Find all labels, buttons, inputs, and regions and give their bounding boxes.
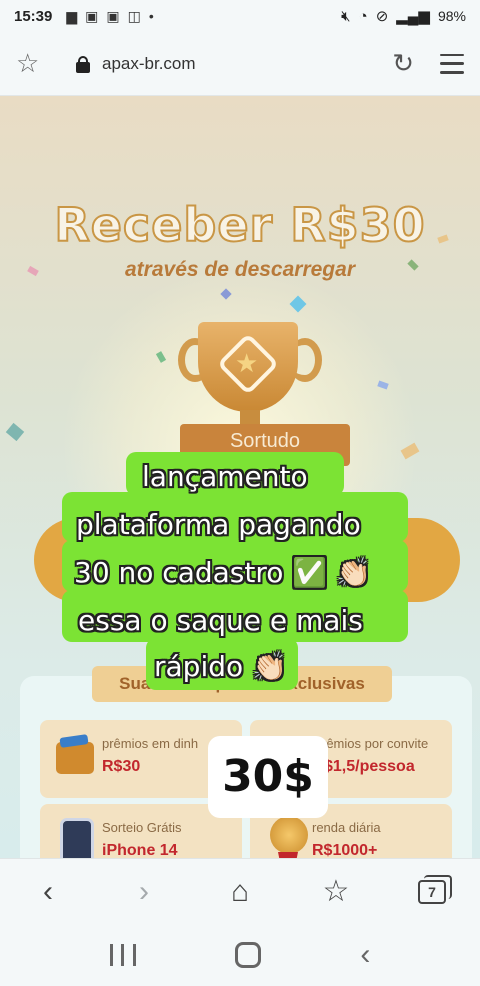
address-bar: ☆ apax-br.com ↻ xyxy=(0,32,480,96)
caption-line: lançamento xyxy=(142,460,308,493)
home-icon[interactable]: ⌂ xyxy=(216,868,264,916)
tabs-button[interactable]: 7 xyxy=(408,868,456,916)
lock-icon[interactable] xyxy=(74,55,92,73)
reward-value: $1,5/pessoa xyxy=(324,758,415,775)
reward-value: R$1000+ xyxy=(312,842,378,858)
recents-icon[interactable] xyxy=(109,944,136,966)
status-time: 15:39 xyxy=(14,7,53,25)
gallery-icon: ▣ xyxy=(106,7,120,24)
confetti xyxy=(5,422,25,442)
phone-icon xyxy=(60,818,94,858)
bookmark-star-icon[interactable]: ☆ xyxy=(16,48,56,79)
home-button-icon[interactable] xyxy=(234,942,261,968)
caption-line: 30 no cadastro ✅ 👏🏻 xyxy=(74,556,371,589)
reload-icon[interactable]: ↻ xyxy=(392,48,414,79)
url-text[interactable]: apax-br.com xyxy=(102,54,196,74)
menu-icon[interactable] xyxy=(440,53,464,74)
caption-line: rápido 👏🏻 xyxy=(154,650,287,683)
screen-record-icon: ◫ xyxy=(127,7,141,24)
tabs-count: 7 xyxy=(418,874,452,904)
forward-arrow-icon[interactable]: › xyxy=(120,868,168,916)
reward-label: renda diária xyxy=(312,820,381,835)
back-arrow-icon[interactable]: ‹ xyxy=(24,868,72,916)
browser-toolbar: ‹ › ⌂ ☆ 7 xyxy=(0,858,480,924)
bookmarks-star-icon[interactable]: ☆ xyxy=(312,868,360,916)
mute-icon: 🔇︎ xyxy=(341,7,351,25)
reward-label: prêmios em dinh xyxy=(102,736,199,751)
status-bar: 15:39 ▆ ▣ ▣ ◫ • 🔇︎ ◔ ⊘ ▂▄▆ 98% xyxy=(0,0,480,32)
trophy-icon: ★ xyxy=(178,318,322,438)
wallet-icon xyxy=(56,742,94,774)
no-disturb-icon: ⊘ xyxy=(375,8,389,25)
reward-label: Sorteio Grátis xyxy=(102,820,182,835)
battery-level: 98% xyxy=(437,8,466,24)
wifi-icon: ◔ xyxy=(358,7,368,25)
reward-value: R$30 xyxy=(102,758,141,775)
message-icon: ▆ xyxy=(66,7,78,24)
page-headline: Receber R$30 xyxy=(53,197,426,253)
price-sticker: 30$ xyxy=(208,736,328,818)
system-icons: 🔇︎ ◔ ⊘ ▂▄▆ 98% xyxy=(341,7,466,26)
signal-icon: ▂▄▆ xyxy=(396,8,430,25)
back-icon[interactable]: ‹ xyxy=(360,938,370,972)
caption-line: essa o saque e mais xyxy=(78,604,363,637)
reward-value: iPhone 14 xyxy=(102,842,178,858)
caption-line: plataforma pagando xyxy=(76,508,361,541)
medal-icon xyxy=(270,816,308,854)
gallery-icon: ▣ xyxy=(85,7,99,24)
reward-label: rêmios por convite xyxy=(322,736,429,751)
dot-icon: • xyxy=(148,8,154,24)
system-navigation: ‹ xyxy=(0,924,480,986)
notification-icons: ▆ ▣ ▣ ◫ • xyxy=(66,8,153,25)
page-subheadline: através de descarregar xyxy=(125,258,355,281)
